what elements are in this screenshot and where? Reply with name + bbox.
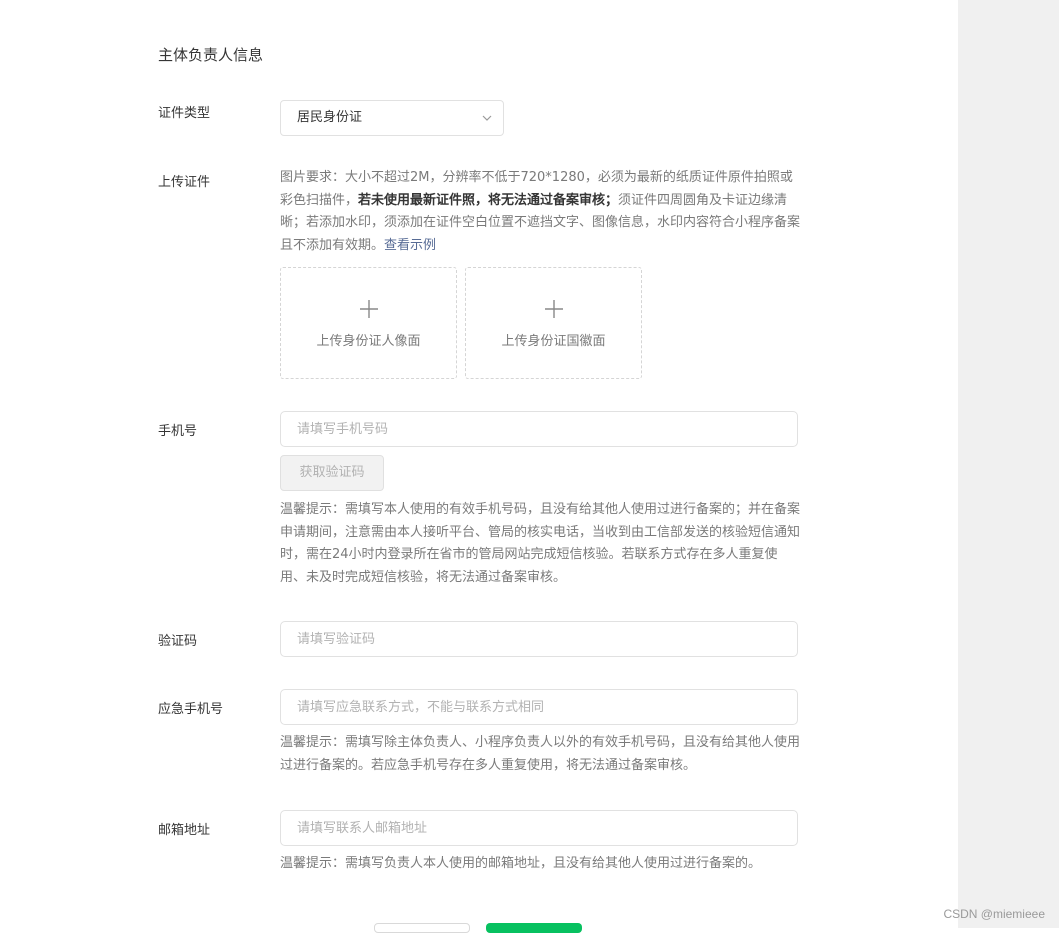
get-code-button[interactable]: 获取验证码 (280, 455, 384, 491)
upload-requirements: 图片要求：大小不超过2M，分辨率不低于720*1280，必须为最新的纸质证件原件… (280, 167, 802, 257)
view-example-link[interactable]: 查看示例 (384, 238, 436, 253)
emergency-phone-input[interactable] (280, 689, 798, 725)
email-input[interactable] (280, 810, 798, 846)
id-type-select[interactable]: 居民身份证 (280, 100, 504, 136)
upload-hint-warning: 若未使用最新证件照，将无法通过备案审核； (358, 192, 619, 208)
upload-id-back-label: 上传身份证国徽面 (501, 334, 606, 349)
watermark: CSDN @miemieee (943, 907, 1045, 921)
side-panel (958, 0, 1059, 928)
phone-label: 手机号 (158, 424, 198, 439)
phone-hint: 温馨提示：需填写本人使用的有效手机号码，且没有给其他人使用过进行备案的；并在备案… (280, 502, 801, 585)
email-hint: 温馨提示：需填写负责人本人使用的邮箱地址，且没有给其他人使用过进行备案的。 (280, 856, 762, 871)
phone-input[interactable] (280, 411, 798, 447)
email-label: 邮箱地址 (158, 823, 211, 838)
verify-code-input[interactable] (280, 621, 798, 657)
id-type-label: 证件类型 (158, 106, 211, 121)
emergency-phone-label: 应急手机号 (158, 702, 224, 717)
section-title: 主体负责人信息 (158, 46, 264, 64)
upload-label: 上传证件 (158, 175, 211, 190)
plus-icon (360, 300, 378, 318)
upload-id-front-label: 上传身份证人像面 (316, 334, 421, 349)
verify-code-label: 验证码 (158, 634, 198, 649)
primary-button[interactable] (486, 923, 582, 933)
secondary-button[interactable] (374, 923, 470, 933)
id-type-value: 居民身份证 (297, 110, 363, 125)
plus-icon (545, 300, 563, 318)
upload-id-front-button[interactable]: 上传身份证人像面 (280, 267, 457, 379)
emergency-phone-hint: 温馨提示：需填写除主体负责人、小程序负责人以外的有效手机号码，且没有给其他人使用… (280, 735, 801, 773)
upload-id-back-button[interactable]: 上传身份证国徽面 (465, 267, 642, 379)
chevron-down-icon (482, 115, 492, 121)
